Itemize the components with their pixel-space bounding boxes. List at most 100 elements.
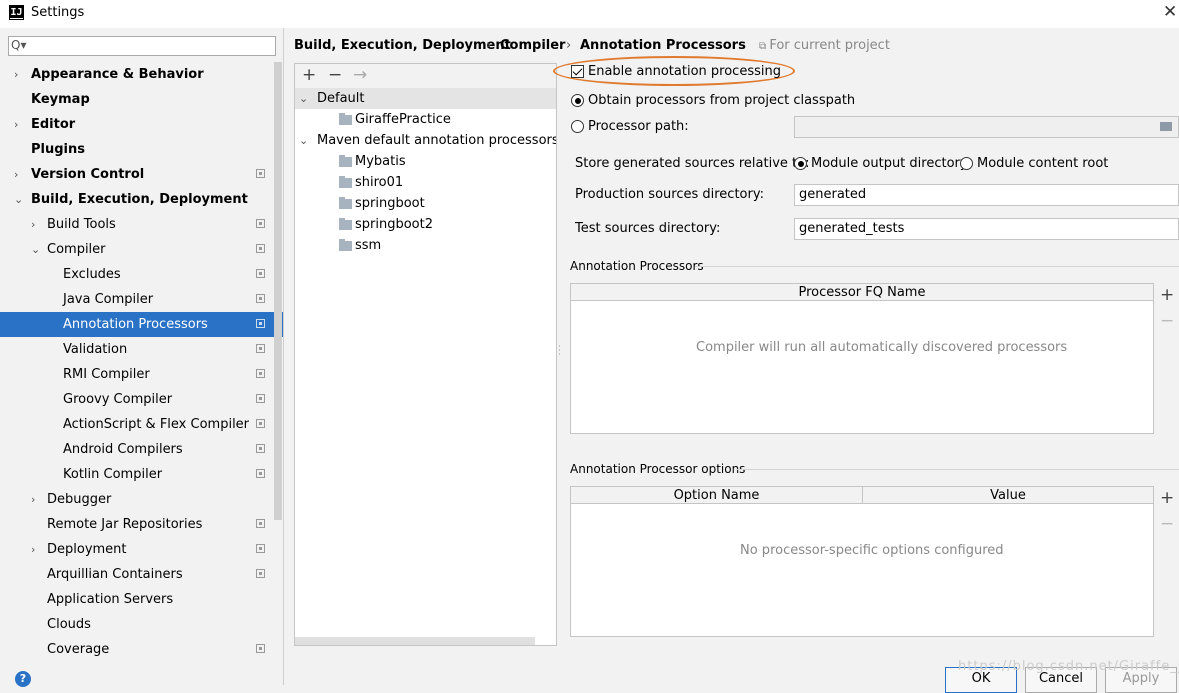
- sidebar-item-label: Arquillian Containers: [47, 567, 183, 582]
- profile-tree-item[interactable]: springboot: [295, 193, 556, 214]
- sidebar-item-actionscript-flex-compiler[interactable]: ActionScript & Flex Compiler: [0, 412, 283, 437]
- sidebar-item-label: Excludes: [63, 267, 121, 282]
- sidebar-item-label: Coverage: [47, 642, 110, 657]
- sidebar-item-label: Compiler: [47, 242, 106, 257]
- project-scope-icon: [256, 569, 265, 578]
- sidebar-item-build-execution-deployment[interactable]: ⌄ Build, Execution, Deployment: [0, 187, 283, 212]
- sidebar-item-clouds[interactable]: Clouds: [0, 612, 283, 637]
- move-to-profile-button[interactable]: →: [353, 65, 367, 85]
- project-scope-icon: [256, 244, 265, 253]
- sidebar-item-label: Version Control: [31, 167, 145, 182]
- sidebar-item-groovy-compiler[interactable]: Groovy Compiler: [0, 387, 283, 412]
- option-value-header[interactable]: Value: [863, 487, 1153, 504]
- sidebar-scrollbar[interactable]: [274, 62, 282, 520]
- sidebar-item-version-control[interactable]: › Version Control: [0, 162, 283, 187]
- chevron-right-icon[interactable]: ›: [31, 537, 35, 562]
- project-scope-icon: [256, 219, 265, 228]
- remove-profile-button[interactable]: −: [328, 65, 342, 85]
- add-option-button[interactable]: +: [1160, 488, 1174, 508]
- chevron-right-icon[interactable]: ›: [14, 62, 18, 87]
- sidebar-item-label: Appearance & Behavior: [31, 67, 204, 82]
- processor-path-radio[interactable]: [571, 120, 584, 133]
- sidebar-item-compiler[interactable]: ⌄ Compiler: [0, 237, 283, 262]
- project-scope-icon: [256, 644, 265, 653]
- obtain-from-classpath-label[interactable]: Obtain processors from project classpath: [588, 93, 855, 108]
- profile-item-label: ssm: [355, 238, 382, 253]
- chevron-right-icon[interactable]: ›: [14, 162, 18, 187]
- sidebar-item-editor[interactable]: › Editor: [0, 112, 283, 137]
- chevron-right-icon[interactable]: ›: [31, 212, 35, 237]
- processors-table[interactable]: Processor FQ Name Compiler will run all …: [570, 283, 1154, 434]
- sidebar-item-label: ActionScript & Flex Compiler: [63, 417, 250, 432]
- sidebar-item-android-compilers[interactable]: Android Compilers: [0, 437, 283, 462]
- sidebar-item-java-compiler[interactable]: Java Compiler: [0, 287, 283, 312]
- folder-browse-icon[interactable]: [1160, 122, 1172, 131]
- chevron-right-icon[interactable]: ›: [14, 112, 18, 137]
- profile-tree-item[interactable]: ⌄ Maven default annotation processors pro…: [295, 130, 556, 151]
- chevron-down-icon[interactable]: ⌄: [14, 187, 23, 212]
- close-icon[interactable]: ✕: [1163, 2, 1177, 22]
- obtain-from-classpath-radio[interactable]: [571, 94, 584, 107]
- chevron-right-icon[interactable]: ›: [31, 487, 35, 512]
- profiles-hscrollbar[interactable]: [295, 637, 535, 645]
- sidebar-item-appearance-behavior[interactable]: › Appearance & Behavior: [0, 62, 283, 87]
- sidebar-item-debugger[interactable]: › Debugger: [0, 487, 283, 512]
- production-sources-input[interactable]: generated: [794, 184, 1179, 206]
- option-name-header[interactable]: Option Name: [571, 487, 863, 504]
- profile-tree-item[interactable]: ssm: [295, 235, 556, 256]
- sidebar-item-excludes[interactable]: Excludes: [0, 262, 283, 287]
- profile-tree-item[interactable]: GiraffePractice: [295, 109, 556, 130]
- sidebar-item-rmi-compiler[interactable]: RMI Compiler: [0, 362, 283, 387]
- add-profile-button[interactable]: +: [302, 65, 316, 85]
- project-scope-icon: [256, 269, 265, 278]
- intellij-app-icon: IJ: [9, 5, 24, 20]
- profile-tree-item[interactable]: Mybatis: [295, 151, 556, 172]
- enable-annotation-processing-checkbox[interactable]: [571, 65, 584, 78]
- remove-option-button[interactable]: −: [1160, 514, 1174, 534]
- sidebar-item-deployment[interactable]: › Deployment: [0, 537, 283, 562]
- sidebar-item-remote-jar-repositories[interactable]: Remote Jar Repositories: [0, 512, 283, 537]
- profile-tree-item[interactable]: shiro01: [295, 172, 556, 193]
- breadcrumb-separator: ›: [566, 38, 572, 53]
- processor-path-field[interactable]: [794, 116, 1179, 138]
- profile-tree-item[interactable]: ⌄ Default: [295, 88, 556, 109]
- sidebar-item-validation[interactable]: Validation: [0, 337, 283, 362]
- processor-options-section-title: Annotation Processor options: [570, 462, 746, 476]
- sidebar-item-annotation-processors[interactable]: Annotation Processors: [0, 312, 283, 337]
- sidebar-item-build-tools[interactable]: › Build Tools: [0, 212, 283, 237]
- project-scope-icon: [256, 544, 265, 553]
- search-icon: Q▾: [11, 38, 27, 52]
- sidebar-item-label: Groovy Compiler: [63, 392, 173, 407]
- sidebar-item-keymap[interactable]: Keymap: [0, 87, 283, 112]
- sidebar-item-arquillian-containers[interactable]: Arquillian Containers: [0, 562, 283, 587]
- processor-options-table[interactable]: Option Name Value No processor-specific …: [570, 486, 1154, 637]
- module-content-root-radio[interactable]: [960, 157, 973, 170]
- sidebar-item-plugins[interactable]: Plugins: [0, 137, 283, 162]
- for-current-project-label: ⧉ For current project: [759, 38, 890, 53]
- module-output-directory-label[interactable]: Module output directory: [811, 156, 968, 171]
- chevron-down-icon[interactable]: ⌄: [299, 130, 308, 151]
- section-divider: [736, 469, 1179, 470]
- module-content-root-label[interactable]: Module content root: [977, 156, 1108, 171]
- sidebar-item-label: Validation: [63, 342, 128, 357]
- enable-annotation-processing-label[interactable]: Enable annotation processing: [588, 64, 781, 79]
- project-scope-icon: [256, 444, 265, 453]
- sidebar-item-application-servers[interactable]: Application Servers: [0, 587, 283, 612]
- processor-fq-name-header[interactable]: Processor FQ Name: [571, 284, 1153, 301]
- profile-item-label: springboot2: [355, 217, 433, 232]
- sidebar-item-label: Clouds: [47, 617, 91, 632]
- sidebar-item-label: Remote Jar Repositories: [47, 517, 203, 532]
- profile-tree-item[interactable]: springboot2: [295, 214, 556, 235]
- chevron-down-icon[interactable]: ⌄: [299, 88, 308, 109]
- search-input[interactable]: Q▾: [8, 36, 276, 56]
- sidebar-item-kotlin-compiler[interactable]: Kotlin Compiler: [0, 462, 283, 487]
- chevron-down-icon[interactable]: ⌄: [31, 237, 40, 262]
- splitter-handle[interactable]: · · ·: [558, 343, 561, 360]
- processor-path-label[interactable]: Processor path:: [588, 119, 689, 134]
- add-processor-button[interactable]: +: [1160, 285, 1174, 305]
- module-output-directory-radio[interactable]: [794, 157, 807, 170]
- remove-processor-button[interactable]: −: [1160, 311, 1174, 331]
- project-scope-icon: [256, 469, 265, 478]
- sidebar-item-coverage[interactable]: Coverage: [0, 637, 283, 662]
- test-sources-input[interactable]: generated_tests: [794, 218, 1179, 240]
